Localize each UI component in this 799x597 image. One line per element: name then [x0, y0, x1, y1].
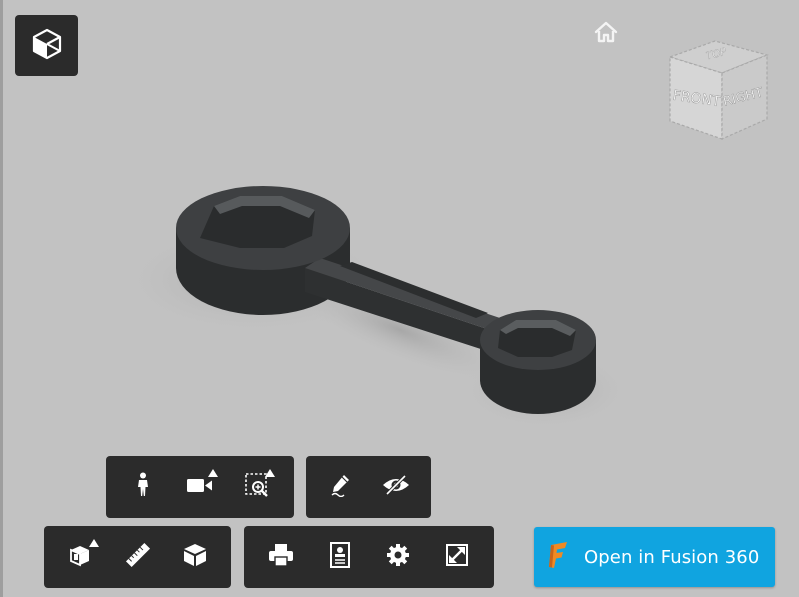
settings-toolbar: [244, 526, 494, 588]
explode-model-button[interactable]: [59, 535, 103, 579]
fusion-360-logo-icon: [548, 541, 570, 573]
printer-icon: [268, 543, 294, 571]
viewcube[interactable]: TOP FRONT RIGHT: [660, 35, 775, 147]
model-view-button[interactable]: [15, 15, 78, 76]
camera-button[interactable]: [178, 465, 222, 509]
markup-toolbar: [306, 456, 431, 518]
walk-button[interactable]: [121, 465, 165, 509]
home-icon: [593, 20, 619, 48]
cube-outline-icon: [30, 27, 64, 65]
home-view-button[interactable]: [592, 21, 620, 47]
print-button[interactable]: [259, 535, 303, 579]
3d-viewer[interactable]: TOP FRONT RIGHT Open in Fusion 360: [0, 0, 799, 597]
properties-icon: [329, 542, 351, 572]
cube-icon: [182, 542, 208, 572]
markup-button[interactable]: [319, 465, 363, 509]
measure-button[interactable]: [116, 535, 160, 579]
model-browser-button[interactable]: [173, 535, 217, 579]
explode-menu-indicator-icon: [88, 539, 99, 547]
video-camera-icon: [186, 475, 214, 499]
fullscreen-icon: [445, 544, 468, 570]
properties-button[interactable]: [318, 535, 362, 579]
person-walk-icon: [133, 472, 153, 502]
ruler-icon: [124, 541, 152, 573]
open-in-fusion-360-button[interactable]: Open in Fusion 360: [534, 527, 775, 587]
gear-icon: [386, 543, 410, 571]
eye-hidden-icon: [381, 474, 411, 500]
camera-menu-indicator-icon: [207, 469, 218, 477]
fullscreen-button[interactable]: [435, 535, 479, 579]
zoom-window-menu-indicator-icon: [265, 469, 276, 477]
zoom-window-button[interactable]: [235, 465, 279, 509]
pencil-icon: [329, 473, 353, 501]
settings-button[interactable]: [376, 535, 420, 579]
hide-button[interactable]: [374, 465, 418, 509]
open-in-fusion-360-label: Open in Fusion 360: [584, 546, 760, 568]
model-toolbar: [44, 526, 231, 588]
navigation-toolbar: [106, 456, 294, 518]
wrench-model[interactable]: [120, 170, 640, 440]
